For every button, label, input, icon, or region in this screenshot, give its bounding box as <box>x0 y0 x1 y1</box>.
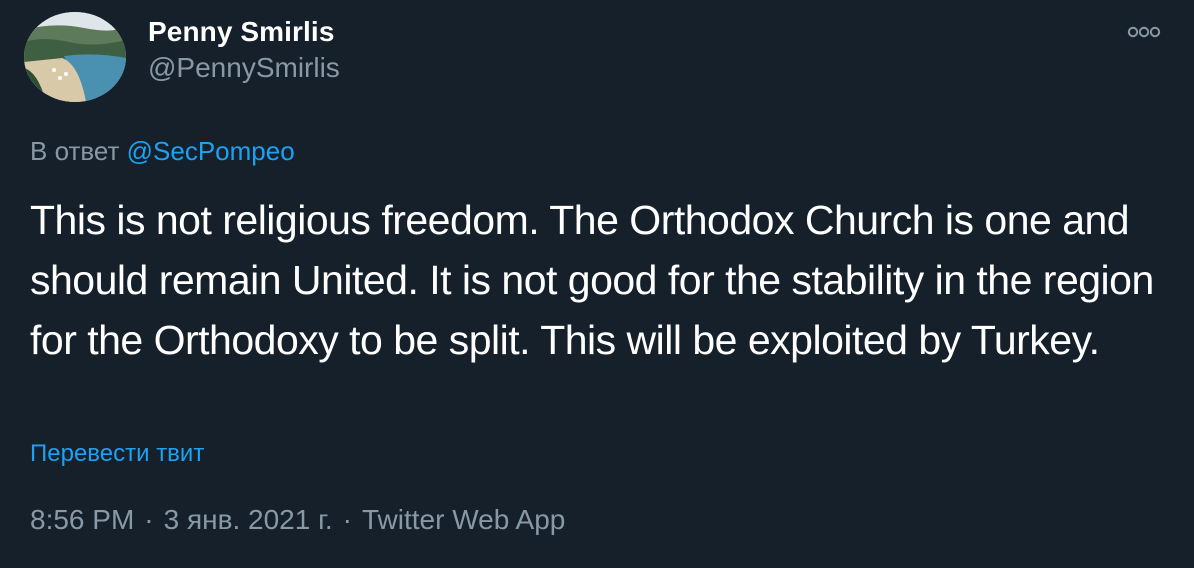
translate-tweet-link[interactable]: Перевести твит <box>30 440 204 468</box>
more-button[interactable] <box>1124 18 1164 46</box>
more-horizontal-icon <box>1127 26 1161 38</box>
display-name[interactable]: Penny Smirlis <box>148 16 335 48</box>
meta-separator: · <box>342 504 352 535</box>
tweet-time[interactable]: 8:56 PM <box>30 504 134 535</box>
tweet-card: Penny Smirlis @PennySmirlis В ответ @Sec… <box>0 0 1194 568</box>
tweet-text: This is not religious freedom. The Ortho… <box>30 197 1154 363</box>
avatar-photo <box>24 12 126 102</box>
tweet-date[interactable]: 3 янв. 2021 г. <box>164 504 333 535</box>
user-handle[interactable]: @PennySmirlis <box>148 52 340 84</box>
reply-mention-link[interactable]: @SecPompeo <box>127 136 295 166</box>
meta-separator: · <box>144 504 154 535</box>
avatar[interactable] <box>24 12 126 102</box>
tweet-meta: 8:56 PM · 3 янв. 2021 г. · Twitter Web App <box>30 504 565 536</box>
reply-context: В ответ @SecPompeo <box>30 136 295 167</box>
reply-prefix: В ответ <box>30 136 120 166</box>
tweet-source-link[interactable]: Twitter Web App <box>362 504 565 535</box>
